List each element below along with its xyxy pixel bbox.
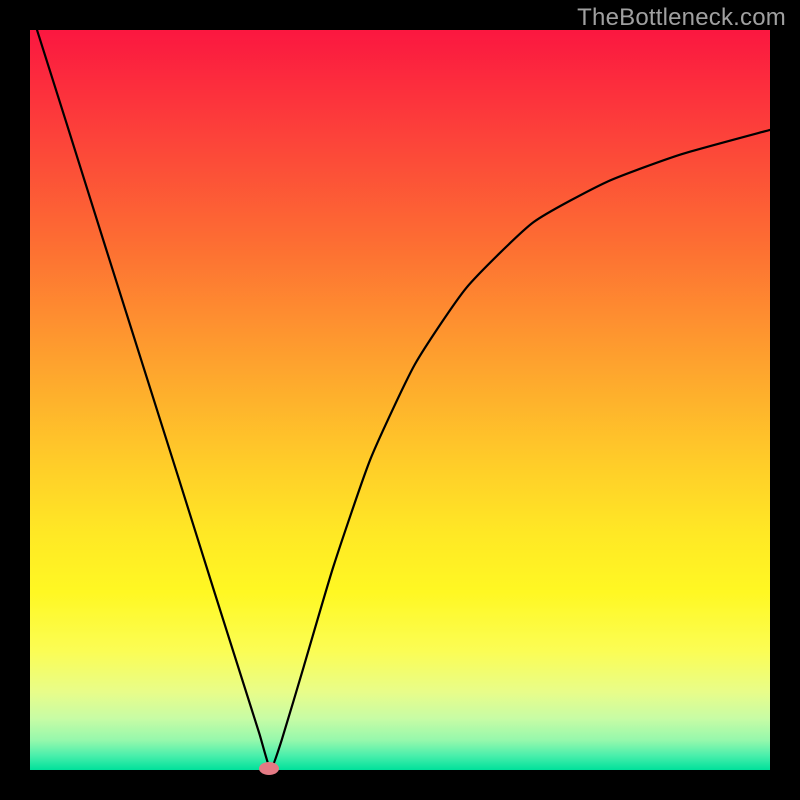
bottleneck-curve xyxy=(30,8,770,769)
curve-svg xyxy=(30,30,770,770)
bottleneck-marker xyxy=(259,762,279,775)
plot-area xyxy=(30,30,770,770)
chart-frame: TheBottleneck.com xyxy=(0,0,800,800)
watermark-text: TheBottleneck.com xyxy=(577,4,786,32)
